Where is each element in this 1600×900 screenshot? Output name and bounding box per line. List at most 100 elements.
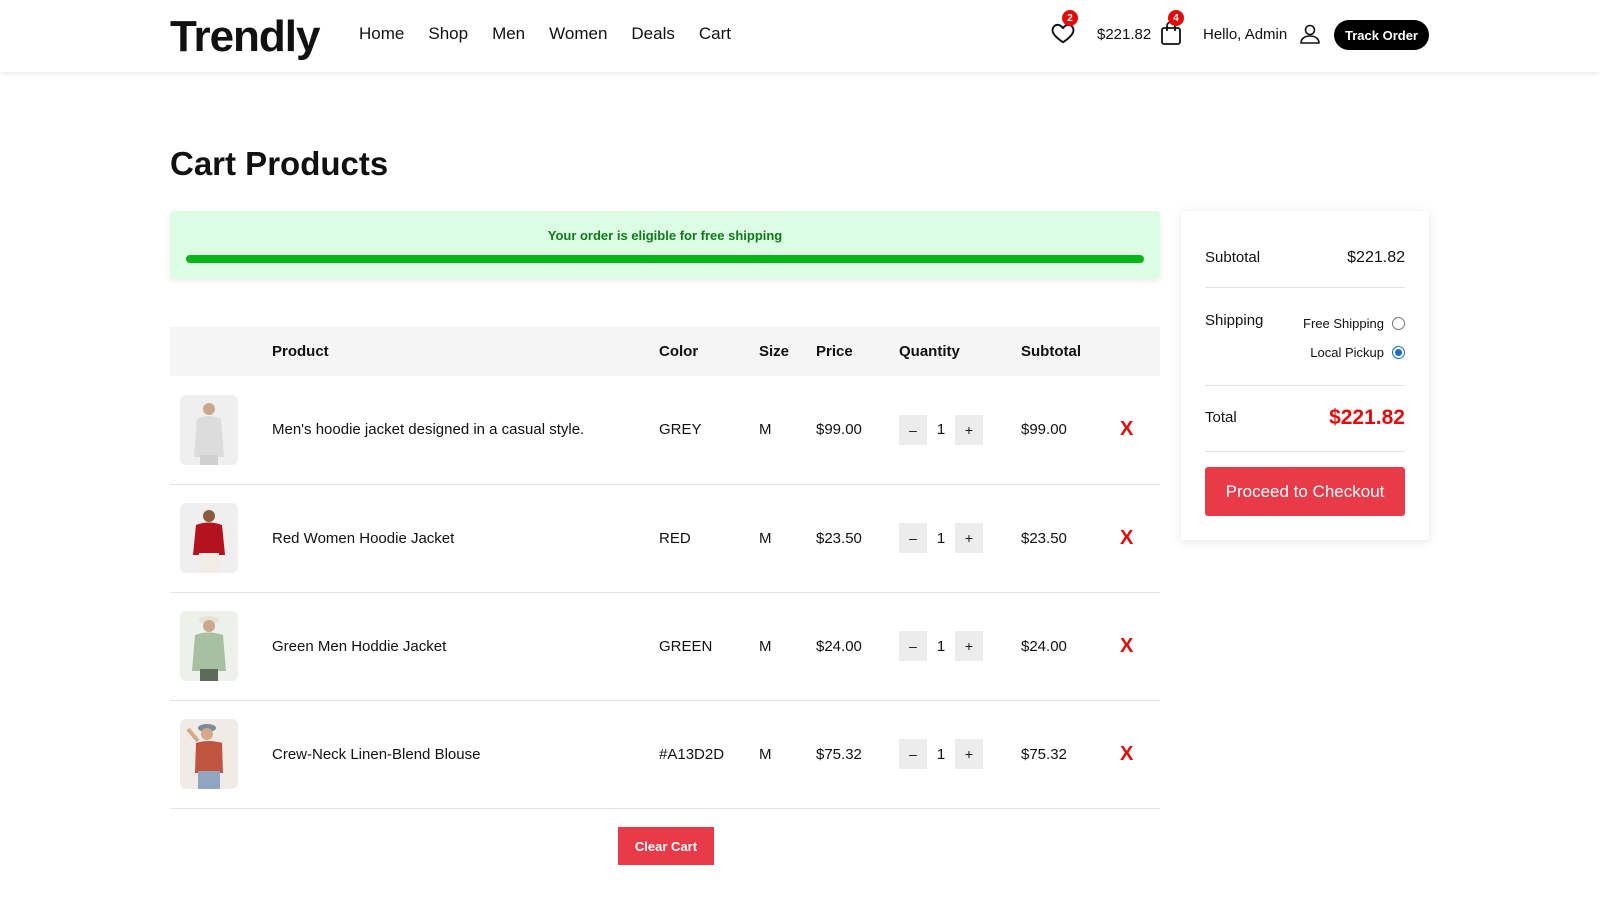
summary-divider (1205, 287, 1405, 288)
proceed-to-checkout-button[interactable]: Proceed to Checkout (1205, 467, 1405, 516)
nav-deals[interactable]: Deals (631, 24, 674, 44)
product-thumbnail[interactable] (180, 503, 238, 573)
free-shipping-message: Your order is eligible for free shipping (547, 228, 783, 243)
header-quantity: Quantity (899, 343, 960, 360)
qty-input[interactable] (927, 523, 955, 553)
product-price: $99.00 (816, 421, 862, 439)
local-pickup-radio[interactable] (1392, 346, 1405, 359)
product-image (186, 724, 223, 789)
user-greeting[interactable]: Hello, Admin (1203, 26, 1287, 43)
row-subtotal: $75.32 (1021, 745, 1067, 763)
qty-input[interactable] (927, 414, 955, 445)
header-product: Product (272, 343, 329, 360)
qty-decrease-button[interactable]: – (899, 631, 927, 661)
free-shipping-radio[interactable] (1392, 317, 1405, 330)
page-title: Cart Products (170, 145, 389, 182)
product-name[interactable]: Green Men Hoddie Jacket (272, 592, 659, 700)
summary-shipping-row: Shipping Free Shipping Local Pickup (1205, 312, 1405, 368)
summary-total-label: Total (1205, 409, 1237, 426)
nav-shop[interactable]: Shop (428, 24, 468, 44)
nav-cart[interactable]: Cart (699, 24, 731, 44)
header-subtotal: Subtotal (1021, 343, 1081, 360)
nav-men[interactable]: Men (492, 24, 525, 44)
qty-increase-button[interactable]: + (955, 739, 983, 769)
wishlist-button[interactable]: 2 (1050, 10, 1078, 46)
table-row: Red Women Hoodie Jacket RED M $23.50 – +… (170, 484, 1160, 592)
row-subtotal: $24.00 (1021, 637, 1067, 655)
remove-item-button[interactable]: X (1120, 635, 1133, 658)
qty-decrease-button[interactable]: – (899, 414, 927, 445)
remove-item-button[interactable]: X (1120, 527, 1133, 550)
summary-divider (1205, 451, 1405, 452)
product-color: GREEN (659, 637, 713, 655)
product-color: #A13D2D (659, 745, 725, 763)
product-image (194, 402, 224, 465)
cart-table: Product Color Size Price Quantity Subtot… (170, 327, 1160, 809)
account-button[interactable] (1298, 22, 1322, 46)
row-subtotal: $23.50 (1021, 529, 1067, 547)
nav-women[interactable]: Women (549, 24, 607, 44)
product-image (193, 510, 225, 573)
table-row: Men's hoodie jacket designed in a casual… (170, 376, 1160, 484)
product-thumbnail[interactable] (180, 394, 238, 465)
cart-count-badge: 4 (1168, 10, 1184, 26)
cart-button[interactable]: 4 (1160, 10, 1184, 46)
wishlist-count-badge: 2 (1062, 10, 1078, 26)
quantity-stepper: – + (899, 414, 983, 445)
qty-increase-button[interactable]: + (955, 414, 983, 445)
product-thumbnail[interactable] (180, 611, 238, 681)
header-remove (1120, 327, 1160, 376)
product-color: GREY (659, 421, 702, 439)
product-thumbnail[interactable] (180, 719, 238, 789)
product-price: $23.50 (816, 529, 862, 547)
header-image (170, 327, 272, 376)
qty-input[interactable] (927, 631, 955, 661)
qty-input[interactable] (927, 739, 955, 769)
quantity-stepper: – + (899, 631, 983, 661)
cart-total-header: $221.82 (1097, 26, 1152, 43)
qty-increase-button[interactable]: + (955, 631, 983, 661)
table-row: Crew-Neck Linen-Blend Blouse #A13D2D M $… (170, 700, 1160, 808)
product-size: M (759, 421, 772, 439)
product-price: $24.00 (816, 637, 862, 655)
track-order-button[interactable]: Track Order (1334, 20, 1429, 50)
summary-total-row: Total $221.82 (1205, 406, 1405, 429)
summary-total-value: $221.82 (1329, 406, 1405, 429)
product-image (192, 616, 226, 681)
product-size: M (759, 637, 772, 655)
quantity-stepper: – + (899, 739, 983, 769)
product-name[interactable]: Men's hoodie jacket designed in a casual… (272, 376, 659, 484)
remove-item-button[interactable]: X (1120, 743, 1133, 766)
summary-shipping-label: Shipping (1205, 312, 1264, 329)
header-size: Size (759, 343, 790, 360)
product-name[interactable]: Red Women Hoodie Jacket (272, 484, 659, 592)
qty-decrease-button[interactable]: – (899, 523, 927, 553)
table-header-row: Product Color Size Price Quantity Subtot… (170, 327, 1160, 376)
product-price: $75.32 (816, 745, 862, 763)
shipping-option-label: Local Pickup (1310, 345, 1384, 360)
nav-home[interactable]: Home (359, 24, 404, 44)
shipping-progress-bar (186, 255, 1144, 263)
summary-subtotal-row: Subtotal $221.82 (1205, 249, 1405, 267)
clear-cart-button[interactable]: Clear Cart (618, 827, 714, 865)
site-header: Trendly Home Shop Men Women Deals Cart 2… (0, 0, 1600, 72)
header-price: Price (816, 343, 853, 360)
site-logo[interactable]: Trendly (170, 12, 320, 62)
shipping-option-pickup[interactable]: Local Pickup (1310, 345, 1405, 360)
row-subtotal: $99.00 (1021, 421, 1067, 439)
free-shipping-banner: Your order is eligible for free shipping (170, 211, 1160, 279)
qty-increase-button[interactable]: + (955, 523, 983, 553)
quantity-stepper: – + (899, 523, 983, 553)
summary-divider (1205, 385, 1405, 386)
product-color: RED (659, 529, 691, 547)
summary-subtotal-value: $221.82 (1347, 249, 1405, 266)
shipping-progress-fill (186, 255, 1144, 263)
product-name[interactable]: Crew-Neck Linen-Blend Blouse (272, 700, 659, 808)
shipping-option-free[interactable]: Free Shipping (1303, 316, 1405, 331)
summary-subtotal-label: Subtotal (1205, 249, 1261, 266)
user-icon (1300, 24, 1320, 44)
remove-item-button[interactable]: X (1120, 418, 1133, 441)
main-nav: Home Shop Men Women Deals Cart (359, 24, 731, 44)
qty-decrease-button[interactable]: – (899, 739, 927, 769)
order-summary: Subtotal $221.82 Shipping Free Shipping … (1181, 211, 1429, 540)
